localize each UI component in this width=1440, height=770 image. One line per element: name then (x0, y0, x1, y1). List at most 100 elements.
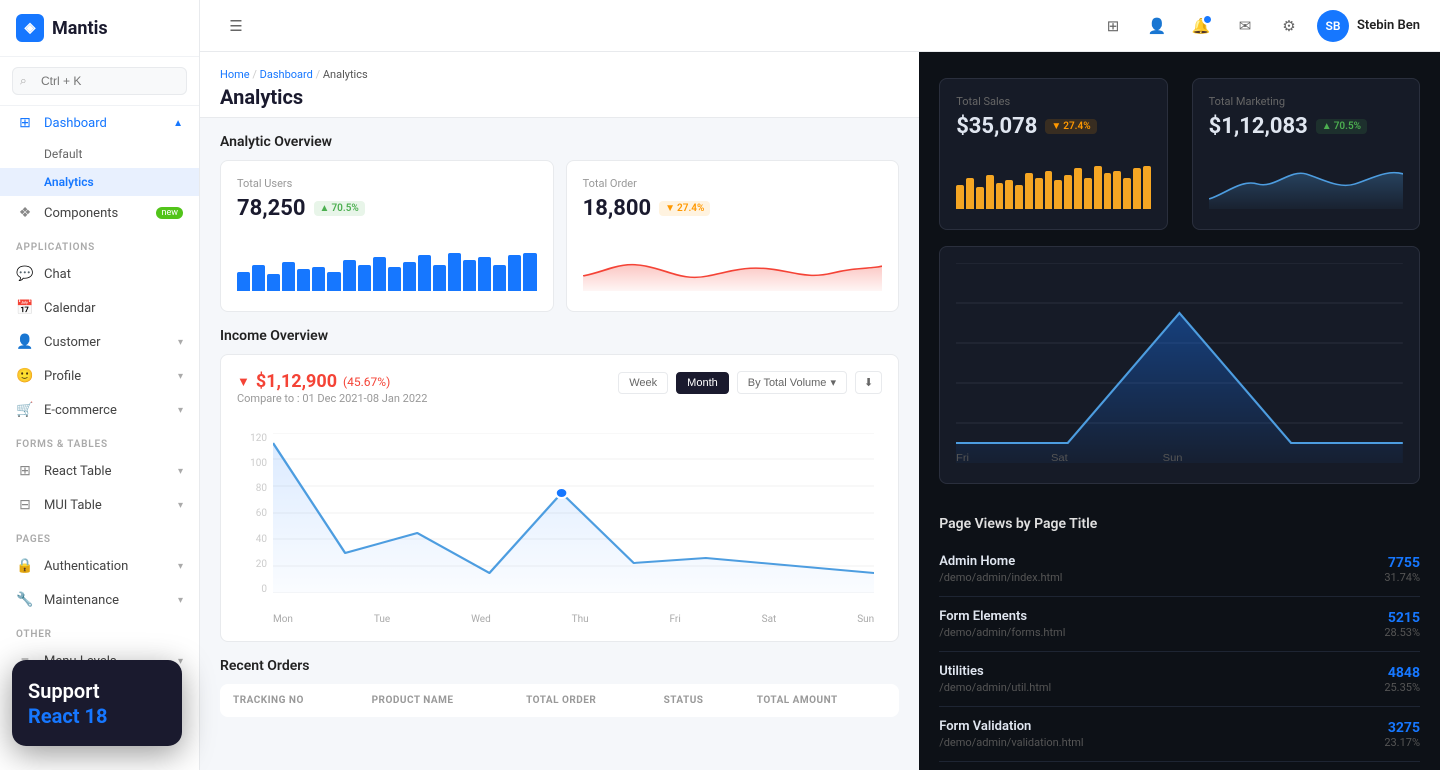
svg-text:Sat: Sat (1051, 453, 1068, 463)
marketing-value: $1,12,083 (1209, 114, 1308, 139)
card-total-order: Total Order 18,800 ▼ 27.4% (566, 160, 900, 312)
card-users-value-row: 78,250 ▲ 70.5% (237, 196, 537, 221)
sidebar-sub-default[interactable]: Default (0, 140, 199, 168)
sidebar-item-ecommerce[interactable]: 🛒 E-commerce ▾ (0, 393, 199, 427)
main-content: ☰ ⊞ 👤 🔔 ✉ ⚙ SB Stebin Ben Home / Dashboa… (200, 0, 1440, 770)
dark-income-card: Fri Sat Sun (939, 246, 1420, 484)
breadcrumb-current: Analytics (323, 68, 368, 81)
sidebar-item-profile[interactable]: 🙂 Profile ▾ (0, 359, 199, 393)
logo-icon: ◈ (16, 14, 44, 42)
sidebar-search-wrap: ⌕ (0, 57, 199, 106)
sidebar-dashboard-label: Dashboard (44, 116, 107, 131)
chevron-down-icon: ▾ (178, 337, 183, 348)
order-area-chart (583, 231, 883, 291)
card-users-value: 78,250 (237, 196, 306, 221)
pv-name-3: Utilities (939, 664, 1384, 679)
pv-pct-2: 28.53% (1384, 626, 1420, 639)
breadcrumb-home[interactable]: Home (220, 68, 250, 81)
pv-item-3: Utilities /demo/admin/util.html 4848 25.… (939, 652, 1420, 707)
income-controls: Week Month By Total Volume ▾ ⬇ (618, 371, 882, 394)
page-title: Analytics (220, 85, 899, 109)
pv-pct-3: 25.35% (1384, 681, 1420, 694)
download-button[interactable]: ⬇ (855, 371, 882, 394)
mui-table-icon: ⊟ (16, 497, 34, 513)
user-avatar-wrap[interactable]: SB Stebin Ben (1317, 10, 1420, 42)
income-section: Income Overview ▼ $1,12,900 (45.67%) Com… (200, 328, 919, 658)
sidebar-item-chat[interactable]: 💬 Chat (0, 257, 199, 291)
card-users-badge: ▲ 70.5% (314, 201, 365, 216)
chevron-down-icon5: ▾ (178, 500, 183, 511)
col-total-amount: TOTAL AMOUNT (745, 685, 899, 717)
dark-triangle-chart: Fri Sat Sun (956, 263, 1403, 463)
income-amount: $1,12,900 (256, 371, 337, 392)
sidebar-item-maintenance[interactable]: 🔧 Maintenance ▾ (0, 583, 199, 617)
income-line-chart: 120 100 80 60 40 20 0 (237, 425, 882, 625)
orders-title: Recent Orders (220, 658, 899, 674)
pv-pct-1: 31.74% (1384, 571, 1420, 584)
sidebar-item-mui-table[interactable]: ⊟ MUI Table ▾ (0, 488, 199, 522)
orders-table: TRACKING NO PRODUCT NAME TOTAL ORDER STA… (220, 684, 899, 717)
user-icon-button[interactable]: 👤 (1141, 10, 1173, 42)
grid-icon-button[interactable]: ⊞ (1097, 10, 1129, 42)
chart-x-axis: Mon Tue Wed Thu Fri Sat Sun (273, 614, 874, 625)
sidebar-sub-analytics[interactable]: Analytics (0, 168, 199, 196)
support-toast[interactable]: Support React 18 (12, 660, 182, 746)
pageviews-list: Admin Home /demo/admin/index.html 7755 3… (919, 542, 1440, 770)
breadcrumb-dashboard[interactable]: Dashboard (260, 68, 313, 81)
section-forms: Forms & Tables (0, 427, 199, 454)
sidebar-item-dashboard[interactable]: ⊞ Dashboard ▲ (0, 106, 199, 140)
menu-toggle-button[interactable]: ☰ (220, 10, 252, 42)
pv-name-4: Form Validation (939, 719, 1384, 734)
toast-line1: Support (28, 678, 166, 704)
pv-url-1: /demo/admin/index.html (939, 571, 1384, 584)
notification-button[interactable]: 🔔 (1185, 10, 1217, 42)
sidebar-item-authentication[interactable]: 🔒 Authentication ▾ (0, 549, 199, 583)
sidebar-item-components[interactable]: ❖ Components new (0, 196, 199, 230)
toast-line2: React 18 (28, 704, 166, 728)
chart-y-axis: 120 100 80 60 40 20 0 (237, 433, 267, 595)
sidebar-item-customer[interactable]: 👤 Customer ▾ (0, 325, 199, 359)
pv-url-2: /demo/admin/forms.html (939, 626, 1384, 639)
pv-name-1: Admin Home (939, 554, 1384, 569)
income-card: ▼ $1,12,900 (45.67%) Compare to : 01 Dec… (220, 354, 899, 642)
chevron-down-icon4: ▾ (178, 466, 183, 477)
income-svg-chart (273, 433, 874, 593)
card-order-label: Total Order (583, 177, 883, 190)
users-bar-chart (237, 231, 537, 291)
dark-cards-row: Total Sales $35,078 ▼ 27.4% Total Market… (919, 78, 1440, 246)
pv-pct-4: 23.17% (1384, 736, 1420, 749)
sidebar-item-calendar[interactable]: 📅 Calendar (0, 291, 199, 325)
dashboard-icon: ⊞ (16, 115, 34, 131)
income-pct: (45.67%) (343, 375, 390, 389)
settings-button[interactable]: ⚙ (1273, 10, 1305, 42)
volume-select-button[interactable]: By Total Volume ▾ (737, 371, 847, 394)
overview-section-title: Analytic Overview (200, 118, 919, 160)
mail-button[interactable]: ✉ (1229, 10, 1261, 42)
top-nav: ☰ ⊞ 👤 🔔 ✉ ⚙ SB Stebin Ben (200, 0, 1440, 52)
content-area: Home / Dashboard / Analytics Analytics A… (200, 52, 1440, 770)
pv-count-2: 5215 (1384, 610, 1420, 626)
search-input[interactable] (12, 67, 187, 95)
overview-cards: Total Users 78,250 ▲ 70.5% Total Order 1… (200, 160, 919, 328)
pv-count-4: 3275 (1384, 720, 1420, 736)
week-tab-button[interactable]: Week (618, 372, 668, 394)
income-title: Income Overview (220, 328, 899, 354)
card-total-users: Total Users 78,250 ▲ 70.5% (220, 160, 554, 312)
auth-icon: 🔒 (16, 558, 34, 574)
chevron-down-icon7: ▾ (178, 595, 183, 606)
marketing-label: Total Marketing (1209, 95, 1403, 108)
card-order-value: 18,800 (583, 196, 652, 221)
orders-section: Recent Orders TRACKING NO PRODUCT NAME T… (200, 658, 919, 733)
pv-count-3: 4848 (1384, 665, 1420, 681)
chevron-up-icon: ▲ (173, 118, 183, 129)
income-amount-wrap: ▼ $1,12,900 (45.67%) Compare to : 01 Dec… (237, 371, 427, 417)
dark-overview-label (919, 52, 1440, 78)
left-panel: Home / Dashboard / Analytics Analytics A… (200, 52, 919, 770)
sidebar-logo[interactable]: ◈ Mantis (0, 0, 199, 57)
sidebar-item-react-table[interactable]: ⊞ React Table ▾ (0, 454, 199, 488)
marketing-area-chart (1209, 149, 1403, 209)
card-total-marketing: Total Marketing $1,12,083 ▲ 70.5% (1192, 78, 1420, 230)
income-header: ▼ $1,12,900 (45.67%) Compare to : 01 Dec… (237, 371, 882, 417)
month-tab-button[interactable]: Month (676, 372, 729, 394)
income-amount-row: ▼ $1,12,900 (45.67%) (237, 371, 427, 392)
